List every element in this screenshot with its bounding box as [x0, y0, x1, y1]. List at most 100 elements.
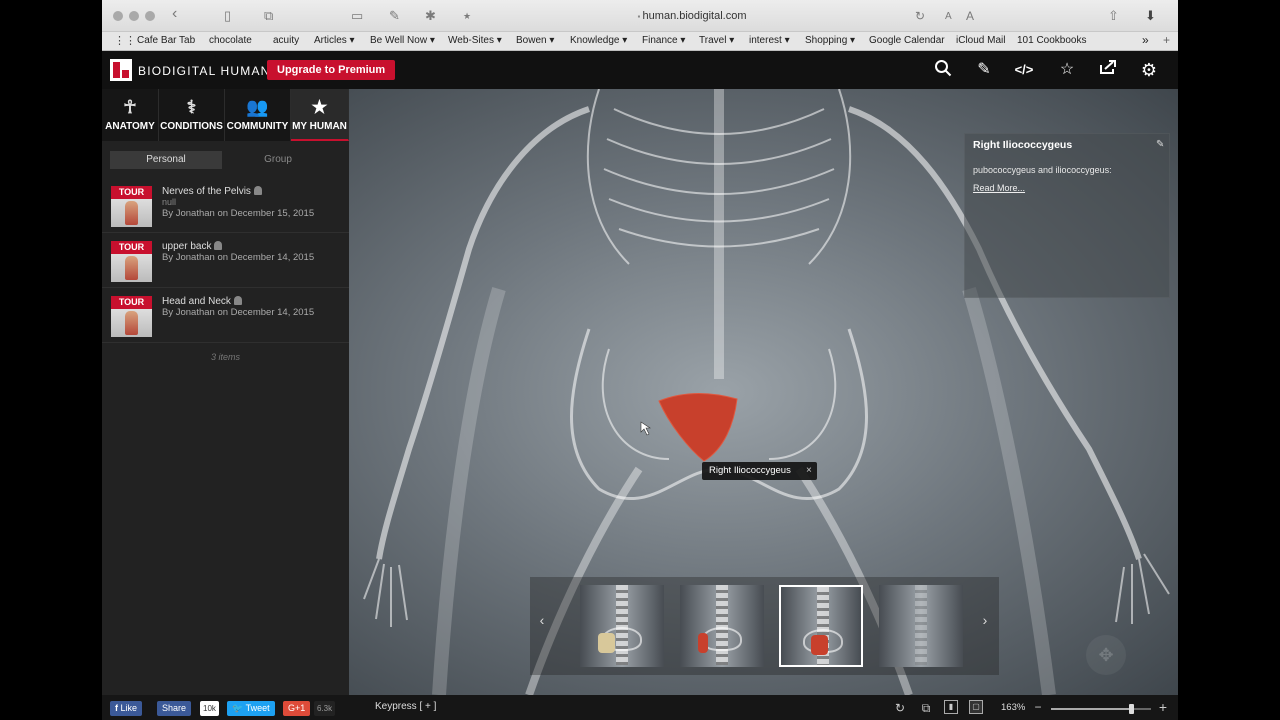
share-icon[interactable]: [1096, 59, 1120, 81]
share-sheet-icon[interactable]: ⇧: [1108, 7, 1119, 25]
carousel-slide[interactable]: [580, 585, 664, 667]
tab-label: MY HUMAN: [292, 121, 347, 132]
tour-badge: TOUR: [111, 241, 152, 254]
item-byline: By Jonathan on December 14, 2015: [162, 307, 315, 318]
star-icon[interactable]: ☆: [1055, 59, 1079, 81]
read-more-link[interactable]: Read More...: [973, 183, 1025, 193]
edit-icon[interactable]: ✎: [1156, 139, 1164, 150]
carousel-next-button[interactable]: ›: [977, 612, 993, 628]
twitter-icon: 🐦: [232, 703, 244, 713]
address-bar[interactable]: ▪ human.biodigital.com: [522, 6, 862, 26]
layout-fullscreen-icon[interactable]: ▢: [969, 700, 983, 714]
structure-label: Right Iliococcygeus ×: [702, 462, 817, 480]
bookmark-item[interactable]: Knowledge ▾: [570, 35, 627, 46]
like-count: 10k: [200, 701, 219, 716]
subtab-personal[interactable]: Personal: [110, 151, 222, 169]
tab-community[interactable]: 👥 COMMUNITY: [225, 89, 291, 141]
browser-toolbar: ‹ ▯ ⧉ ▭ ✎ ✱ ★ ▪ human.biodigital.com ↻ A…: [102, 0, 1178, 32]
subtabs: Personal Group: [110, 151, 342, 169]
bookmark-item[interactable]: Articles ▾: [314, 35, 355, 46]
facebook-share-button[interactable]: Share: [157, 701, 192, 716]
reset-view-icon[interactable]: ↻: [892, 700, 908, 716]
back-icon[interactable]: ‹: [172, 5, 177, 23]
bookmark-item[interactable]: Be Well Now ▾: [370, 35, 435, 46]
bookmark-item[interactable]: chocolate: [209, 35, 252, 46]
minimize-window-button[interactable]: [129, 11, 139, 21]
downloads-icon[interactable]: ⬇: [1145, 7, 1156, 25]
browser-window: ‹ ▯ ⧉ ▭ ✎ ✱ ★ ▪ human.biodigital.com ↻ A…: [102, 0, 1178, 720]
bookmark-item[interactable]: Web-Sites ▾: [448, 35, 502, 46]
bookmark-item[interactable]: interest ▾: [749, 35, 790, 46]
bookmark-item[interactable]: Bowen ▾: [516, 35, 554, 46]
list-item[interactable]: TOUR upper back By Jonathan on December …: [102, 233, 349, 288]
zoom-slider[interactable]: [1051, 704, 1151, 714]
bookmarks-bar: ⋮⋮ Cafe Bar Tab chocolate acuity Article…: [102, 32, 1178, 51]
facebook-like-button[interactable]: f Like: [110, 701, 143, 716]
item-byline: By Jonathan on December 14, 2015: [162, 252, 315, 263]
bookmark-item[interactable]: Cafe Bar Tab: [137, 35, 195, 46]
bookmark-star-icon[interactable]: ★: [463, 7, 471, 25]
list-item[interactable]: TOUR Nerves of the Pelvis null By Jonath…: [102, 178, 349, 233]
navigation-control[interactable]: ✥: [1086, 635, 1126, 675]
subtab-group[interactable]: Group: [222, 151, 334, 169]
structure-label-text: Right Iliococcygeus: [709, 465, 791, 476]
mouse-cursor-icon: [640, 421, 651, 436]
zoom-slider-handle[interactable]: [1129, 704, 1134, 714]
search-icon[interactable]: [931, 59, 955, 81]
gear-icon[interactable]: ⚙: [1137, 59, 1161, 81]
tour-thumbnail: TOUR: [111, 296, 152, 337]
tweet-button[interactable]: 🐦 Tweet: [227, 701, 275, 716]
biodigital-logo: [110, 59, 132, 81]
bookmark-item[interactable]: iCloud Mail: [956, 35, 1005, 46]
tab-label: CONDITIONS: [160, 121, 223, 132]
layout-single-icon[interactable]: ▮: [944, 700, 958, 714]
carousel-slide[interactable]: [680, 585, 764, 667]
carousel-slide[interactable]: [879, 585, 963, 667]
grid-icon[interactable]: ⋮⋮: [114, 34, 136, 47]
bookmark-item[interactable]: Travel ▾: [699, 35, 734, 46]
bookmark-item[interactable]: Finance ▾: [642, 35, 685, 46]
upgrade-premium-button[interactable]: Upgrade to Premium: [267, 60, 396, 80]
tabs-overview-icon[interactable]: ⧉: [264, 7, 273, 25]
list-item[interactable]: TOUR Head and Neck By Jonathan on Decemb…: [102, 288, 349, 343]
bookmark-item[interactable]: acuity: [273, 35, 299, 46]
highlighted-muscle[interactable]: [658, 393, 738, 462]
zoom-out-button[interactable]: −: [1030, 699, 1046, 715]
bookmarks-overflow-button[interactable]: »: [1142, 33, 1149, 47]
google-plus-button[interactable]: G+1: [283, 701, 311, 716]
sidebar-toggle-icon[interactable]: ▯: [224, 7, 231, 25]
anatomy-viewer[interactable]: Right Iliococcygeus ✎ pubococcygeus and …: [349, 89, 1178, 695]
carousel-prev-button[interactable]: ‹: [534, 612, 550, 628]
zoom-window-button[interactable]: [145, 11, 155, 21]
sidebar: ☥ ANATOMY ⚕ CONDITIONS 👥 COMMUNITY ★ MY …: [102, 89, 349, 695]
tour-thumbnail: TOUR: [111, 241, 152, 282]
tab-label: COMMUNITY: [226, 121, 289, 132]
pencil-icon[interactable]: ✎: [972, 59, 996, 81]
extension-gear-icon[interactable]: ✱: [425, 7, 436, 25]
info-title: Right Iliococcygeus: [973, 139, 1073, 151]
tour-thumbnail: TOUR: [111, 186, 152, 227]
bookmark-item[interactable]: Shopping ▾: [805, 35, 855, 46]
bookmark-item[interactable]: 101 Cookbooks: [1017, 35, 1087, 46]
tour-badge: TOUR: [111, 186, 152, 199]
gplus-count: 6.3k: [314, 701, 336, 716]
popout-icon[interactable]: ⧉: [918, 700, 934, 716]
tab-my-human[interactable]: ★ MY HUMAN: [291, 89, 349, 141]
carousel-slide-selected[interactable]: [779, 585, 863, 667]
close-icon[interactable]: ×: [806, 462, 812, 480]
extension-pen-icon[interactable]: ✎: [389, 7, 400, 25]
user-icon: [214, 241, 223, 250]
reader-icon[interactable]: ▭: [351, 7, 363, 25]
tab-anatomy[interactable]: ☥ ANATOMY: [102, 89, 159, 141]
font-larger-button[interactable]: A: [966, 7, 974, 25]
font-smaller-button[interactable]: A: [945, 8, 952, 26]
bottom-bar: f Like Share 10k 🐦 Tweet G+1 6.3k Keypre…: [102, 695, 1178, 720]
embed-code-icon[interactable]: </>: [1012, 59, 1036, 81]
new-tab-icon[interactable]: +: [1163, 33, 1170, 47]
reload-icon[interactable]: ↻: [915, 7, 925, 25]
item-subtitle: null: [162, 197, 177, 207]
close-window-button[interactable]: [113, 11, 123, 21]
bookmark-item[interactable]: Google Calendar: [869, 35, 945, 46]
tab-conditions[interactable]: ⚕ CONDITIONS: [159, 89, 225, 141]
zoom-in-button[interactable]: +: [1155, 699, 1171, 715]
